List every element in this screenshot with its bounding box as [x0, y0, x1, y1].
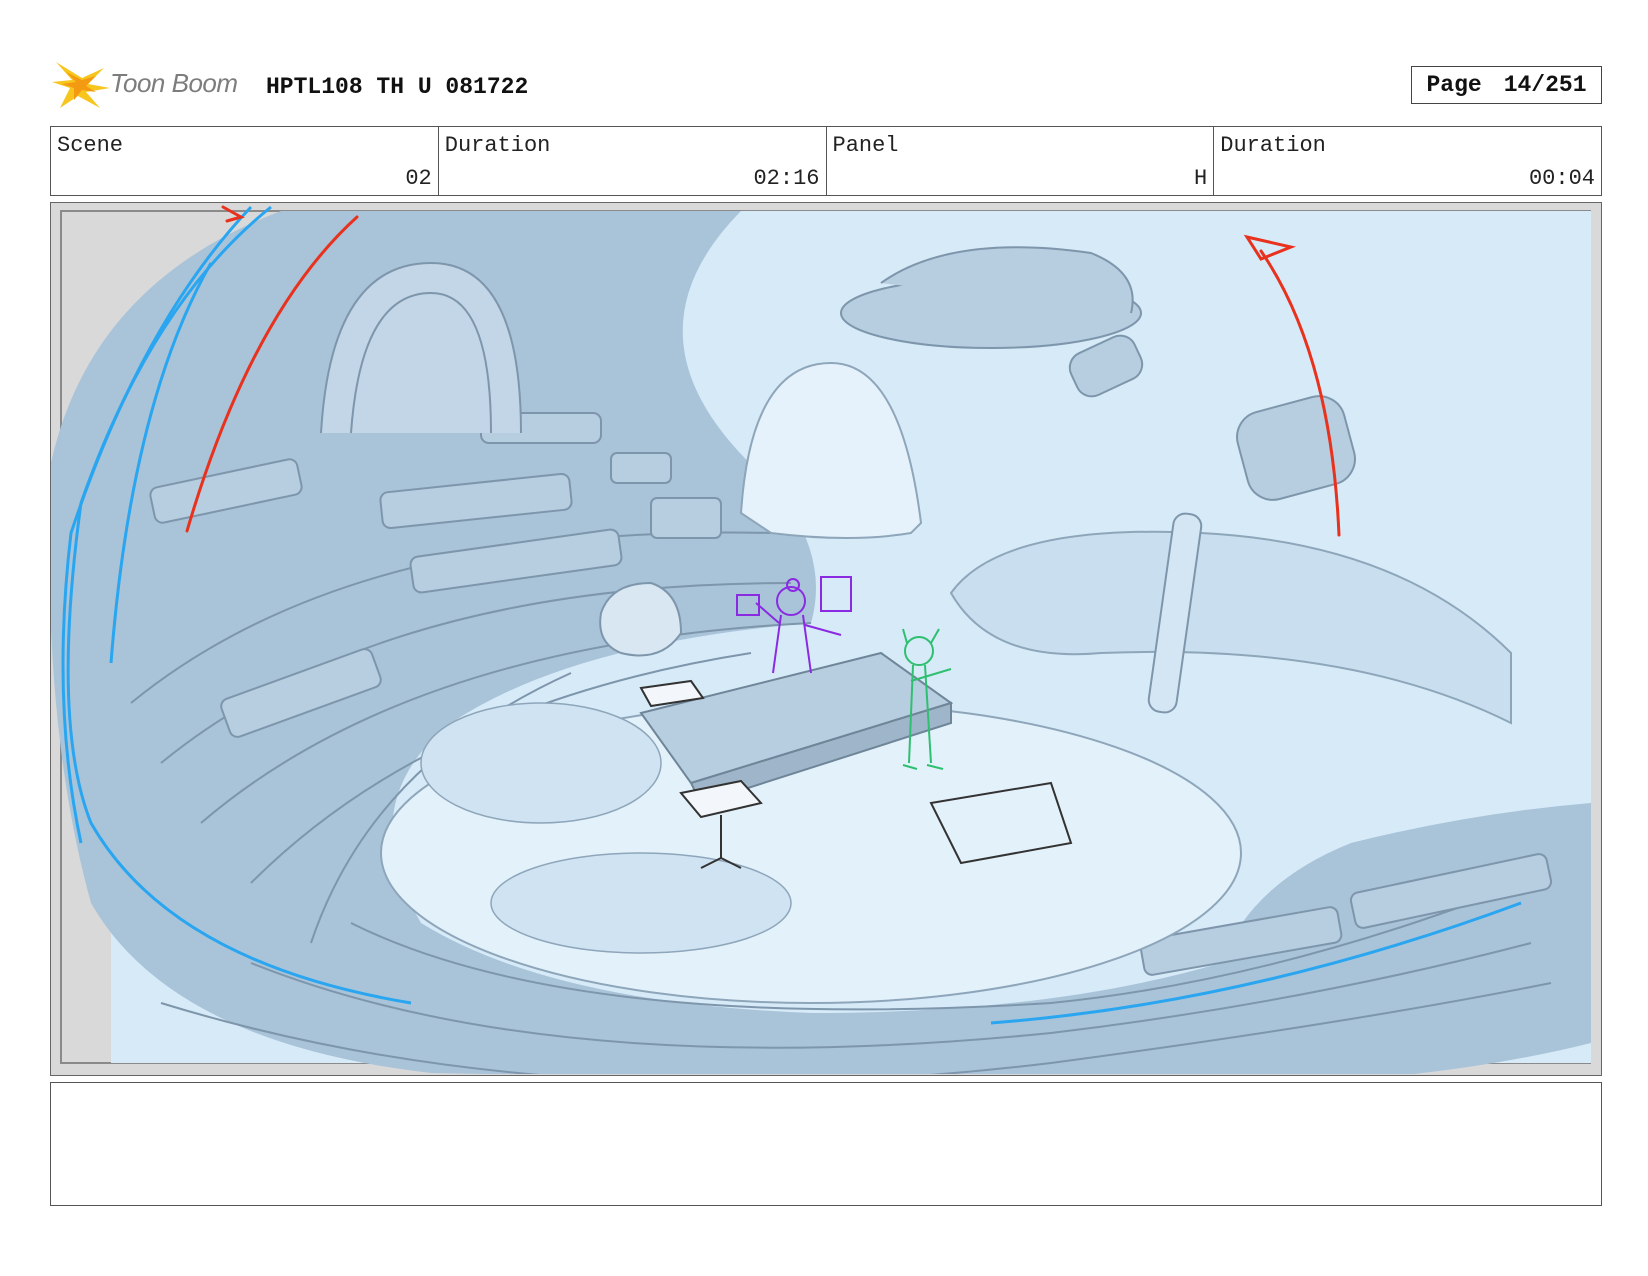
- scene-value: 02: [405, 166, 432, 191]
- page-number: 14/251: [1503, 72, 1587, 98]
- scene-info-table: Scene 02 Duration 02:16 Panel H Duration…: [50, 126, 1602, 196]
- storyboard-panel: [50, 202, 1602, 1076]
- panel-cell: Panel H: [827, 127, 1215, 195]
- starburst-icon: [52, 62, 110, 108]
- panel-label: Panel: [832, 133, 899, 158]
- panel-duration-label: Duration: [1220, 133, 1326, 158]
- camera-arrow-left-head: [221, 205, 245, 223]
- logo-text: Toon Boom: [110, 68, 238, 98]
- page-label: Page: [1426, 72, 1482, 98]
- scene-cell: Scene 02: [51, 127, 439, 195]
- scene-label: Scene: [57, 133, 124, 158]
- panel-duration-cell: Duration 00:04: [1214, 127, 1601, 195]
- scene-duration-cell: Duration 02:16: [439, 127, 827, 195]
- project-title: HPTL108 TH U 081722: [266, 74, 529, 100]
- floor-pod-left: [420, 702, 662, 824]
- toon-boom-logo: Toon Boom: [52, 58, 252, 112]
- panel-duration-value: 00:04: [1528, 166, 1595, 191]
- page-indicator: Page 14/251: [1411, 66, 1602, 104]
- boulder: [599, 581, 683, 657]
- floor-pod-bottom: [490, 852, 792, 954]
- panel-sketch: [51, 205, 1591, 1074]
- scene-duration-label: Duration: [444, 133, 551, 158]
- panel-notes-box: [50, 1082, 1602, 1206]
- panel-value: H: [1194, 166, 1208, 191]
- scene-duration-value: 02:16: [753, 166, 820, 191]
